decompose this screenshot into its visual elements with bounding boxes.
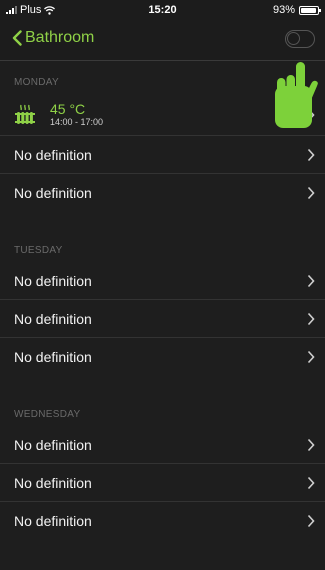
chevron-right-icon <box>307 148 315 161</box>
schedule-entry-text: 45 °C 14:00 - 17:00 <box>50 100 104 128</box>
row-label: No definition <box>14 349 92 365</box>
pointing-hand-icon <box>275 62 318 128</box>
status-bar: Plus 15:20 93% <box>0 0 325 20</box>
schedule-row-wednesday-1[interactable]: No definition <box>0 426 325 464</box>
schedule-row-tuesday-2[interactable]: No definition <box>0 300 325 338</box>
back-label: Bathroom <box>25 29 95 46</box>
row-label: No definition <box>14 310 92 327</box>
schedule-row-monday-2[interactable]: No definition <box>0 136 325 174</box>
schedule-row-tuesday-3[interactable]: No definition <box>0 338 325 376</box>
chevron-left-icon <box>12 30 22 46</box>
schedule-row-wednesday-2[interactable]: No definition <box>0 464 325 502</box>
chevron-right-icon <box>307 438 315 451</box>
section-header-wednesday: WEDNESDAY <box>14 409 81 420</box>
chevron-right-icon <box>307 350 315 364</box>
schedule-entry: 45 °C 14:00 - 17:00 <box>14 100 104 128</box>
section-header-tuesday: TUESDAY <box>14 245 63 256</box>
chevron-right-icon <box>307 514 315 528</box>
row-label: No definition <box>14 436 92 453</box>
status-right: 93% <box>272 4 321 16</box>
toggle-knob <box>287 32 300 45</box>
row-label: No definition <box>14 272 92 289</box>
row-label: No definition <box>14 474 92 491</box>
schedule-row-wednesday-3[interactable]: No definition <box>0 502 325 540</box>
schedule-list: MONDAY 45 °C 14:00 - 17:00 No definition… <box>0 61 325 540</box>
row-label: No definition <box>14 185 92 201</box>
radiator-icon <box>15 104 35 124</box>
schedule-row-monday-3[interactable]: No definition <box>0 174 325 212</box>
row-label: No definition <box>14 513 92 529</box>
chevron-right-icon <box>307 312 315 325</box>
time-range: 14:00 - 17:00 <box>50 116 104 127</box>
nav-bar: Bathroom <box>0 20 325 61</box>
battery-icon <box>299 5 321 15</box>
row-label: No definition <box>14 146 92 163</box>
chevron-right-icon <box>307 186 315 200</box>
schedule-toggle[interactable] <box>285 30 315 48</box>
chevron-right-icon <box>307 476 315 489</box>
temperature-value: 45 °C <box>50 100 86 117</box>
chevron-right-icon <box>307 274 315 287</box>
schedule-row-tuesday-1[interactable]: No definition <box>0 262 325 300</box>
battery-percent: 93% <box>272 4 295 16</box>
back-button[interactable]: Bathroom <box>12 29 94 47</box>
